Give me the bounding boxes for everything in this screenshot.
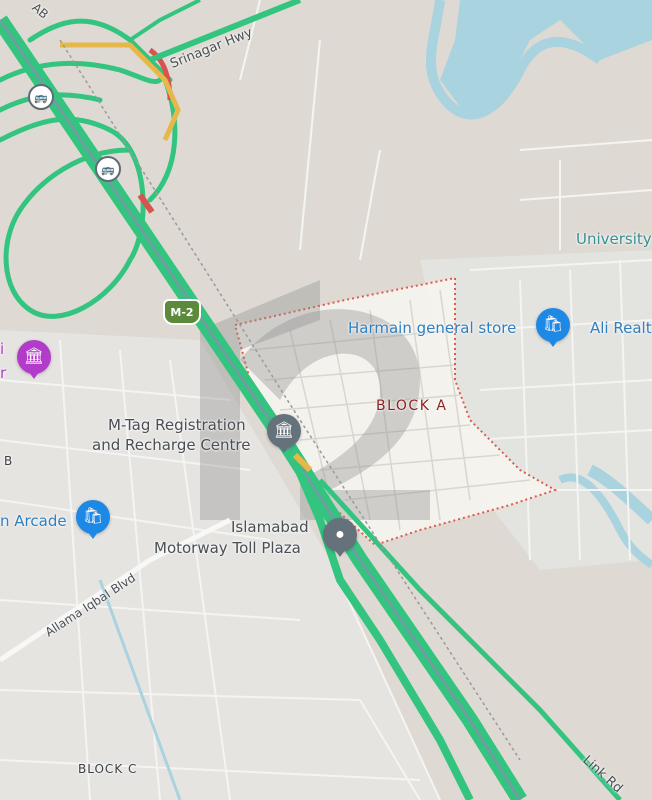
bus-icon[interactable]: 🚌 [28, 84, 54, 110]
area-label-block-a: BLOCK A [376, 398, 448, 414]
srinagar-hwy-ramp [128, 0, 201, 42]
shopping-bag-icon-glyph: 🛍 [82, 508, 104, 525]
map-canvas[interactable]: AB Srinagar Hwy University Harmain gener… [0, 0, 652, 800]
place-label-toll-line1[interactable]: Islamabad [231, 518, 309, 536]
area-label-b: B [4, 454, 14, 468]
place-label-mtag-line1[interactable]: M-Tag Registration [108, 416, 246, 434]
water-body [430, 0, 652, 120]
bank-icon[interactable]: 🏛 [267, 414, 301, 453]
shopping-bag-icon-glyph: 🛍 [542, 316, 564, 333]
place-label-toll-line2[interactable]: Motorway Toll Plaza [154, 539, 301, 557]
monument-icon-glyph: 🏛 [23, 348, 45, 365]
place-label-left-partial-1: i [0, 340, 5, 358]
place-label-ali-realty[interactable]: Ali Realt [590, 319, 652, 337]
bus-icon[interactable]: 🚌 [95, 156, 121, 182]
bank-icon-glyph: 🏛 [273, 422, 295, 439]
place-label-harmain-store[interactable]: Harmain general store [348, 319, 516, 337]
place-label-arcade[interactable]: n Arcade [0, 512, 67, 530]
shopping-bag-icon[interactable]: 🛍 [536, 308, 570, 347]
place-label-mtag-line2[interactable]: and Recharge Centre [92, 436, 251, 454]
area-label-block-c: BLOCK C [78, 762, 138, 776]
monument-icon[interactable]: 🏛 [17, 340, 51, 379]
place-label-university: University [576, 230, 652, 248]
shopping-bag-icon[interactable]: 🛍 [76, 500, 110, 539]
place-label-left-partial-2: r [0, 364, 7, 382]
motorway-shield-m2: M-2 [163, 299, 201, 325]
location-icon-glyph: ● [335, 526, 345, 543]
location-icon[interactable]: ● [323, 518, 357, 557]
map-layer [0, 0, 652, 800]
